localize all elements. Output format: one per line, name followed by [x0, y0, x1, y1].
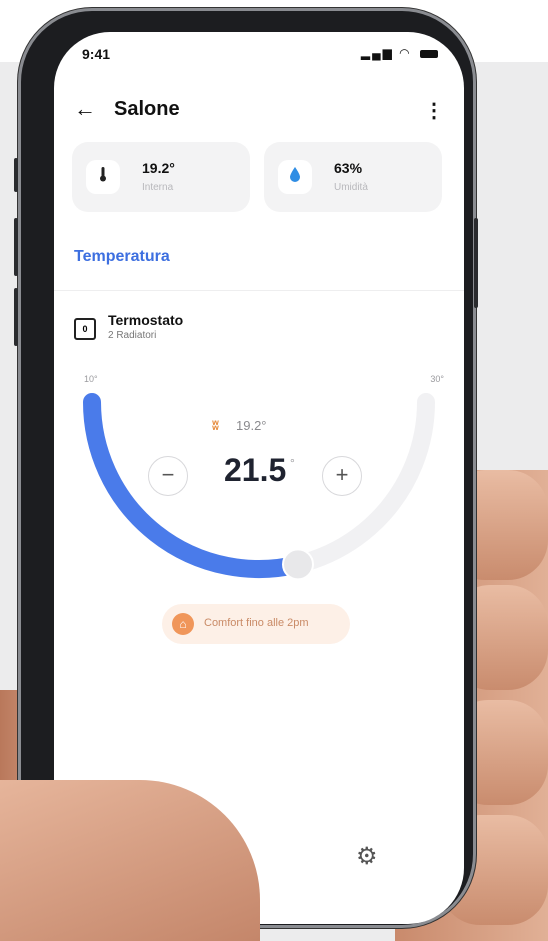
header: ← Salone ⋮: [74, 96, 444, 126]
wifi-icon: ◠: [399, 46, 412, 60]
target-degree: °: [290, 456, 295, 470]
side-button: [14, 158, 18, 192]
heating-icon: ʬ: [212, 418, 219, 433]
kebab-icon[interactable]: ⋮: [424, 98, 444, 123]
arrow-left-icon[interactable]: ←: [74, 96, 96, 122]
temperature-label: Interna: [142, 182, 174, 193]
device-name: Termostato: [108, 312, 184, 328]
device-subtitle: 2 Radiatori: [108, 330, 157, 341]
temperature-value: 19.2°: [142, 160, 175, 176]
gear-icon[interactable]: ⚙: [356, 842, 378, 871]
signal-icon: ▂▄▆: [360, 46, 394, 60]
dial-min-label: 10°: [84, 374, 98, 384]
comfort-badge[interactable]: ⌂ Comfort fino alle 2pm: [162, 604, 350, 644]
comfort-text: Comfort fino alle 2pm: [204, 617, 309, 629]
section-title: Temperatura: [74, 248, 170, 265]
thermostat-icon: 0: [74, 318, 96, 340]
droplet-icon: [278, 160, 312, 194]
status-time: 9:41: [82, 46, 111, 62]
increase-button[interactable]: +: [322, 456, 362, 496]
thermometer-icon: [86, 160, 120, 194]
side-button: [14, 218, 18, 276]
divider: [54, 290, 464, 291]
current-temperature: 19.2°: [236, 418, 267, 433]
temperature-card[interactable]: 19.2° Interna: [72, 142, 250, 212]
battery-icon: [420, 49, 438, 58]
side-button: [14, 288, 18, 346]
status-icons: ▂▄▆ ◠: [361, 46, 438, 60]
page-title: Salone: [114, 98, 180, 120]
decrease-button[interactable]: −: [148, 456, 188, 496]
humidity-card[interactable]: 63% Umidità: [264, 142, 442, 212]
humidity-label: Umidità: [334, 182, 368, 193]
thermostat-dial[interactable]: 10° 30° ʬ 19.2° − 21.5 ° +: [74, 362, 444, 622]
target-temperature: 21.5: [224, 452, 287, 488]
side-button: [474, 218, 478, 308]
humidity-value: 63%: [334, 160, 363, 176]
dial-max-label: 30°: [430, 374, 444, 384]
home-icon: ⌂: [172, 613, 194, 635]
dial-knob[interactable]: [282, 548, 314, 581]
